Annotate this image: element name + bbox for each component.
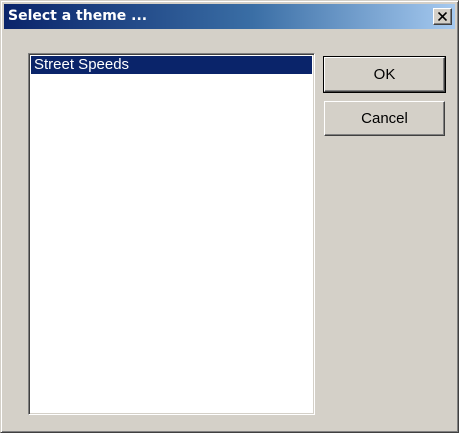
- list-item-street-speeds[interactable]: Street Speeds: [31, 56, 312, 74]
- cancel-button[interactable]: Cancel: [324, 101, 445, 136]
- ok-button[interactable]: OK: [323, 56, 446, 93]
- select-theme-dialog: Select a theme ... Street Speeds OK Canc…: [0, 0, 459, 433]
- title-bar[interactable]: Select a theme ...: [4, 4, 455, 29]
- theme-listbox[interactable]: Street Speeds: [28, 53, 315, 415]
- close-button[interactable]: [433, 8, 452, 25]
- close-icon: [438, 12, 447, 21]
- window-title: Select a theme ...: [8, 8, 148, 24]
